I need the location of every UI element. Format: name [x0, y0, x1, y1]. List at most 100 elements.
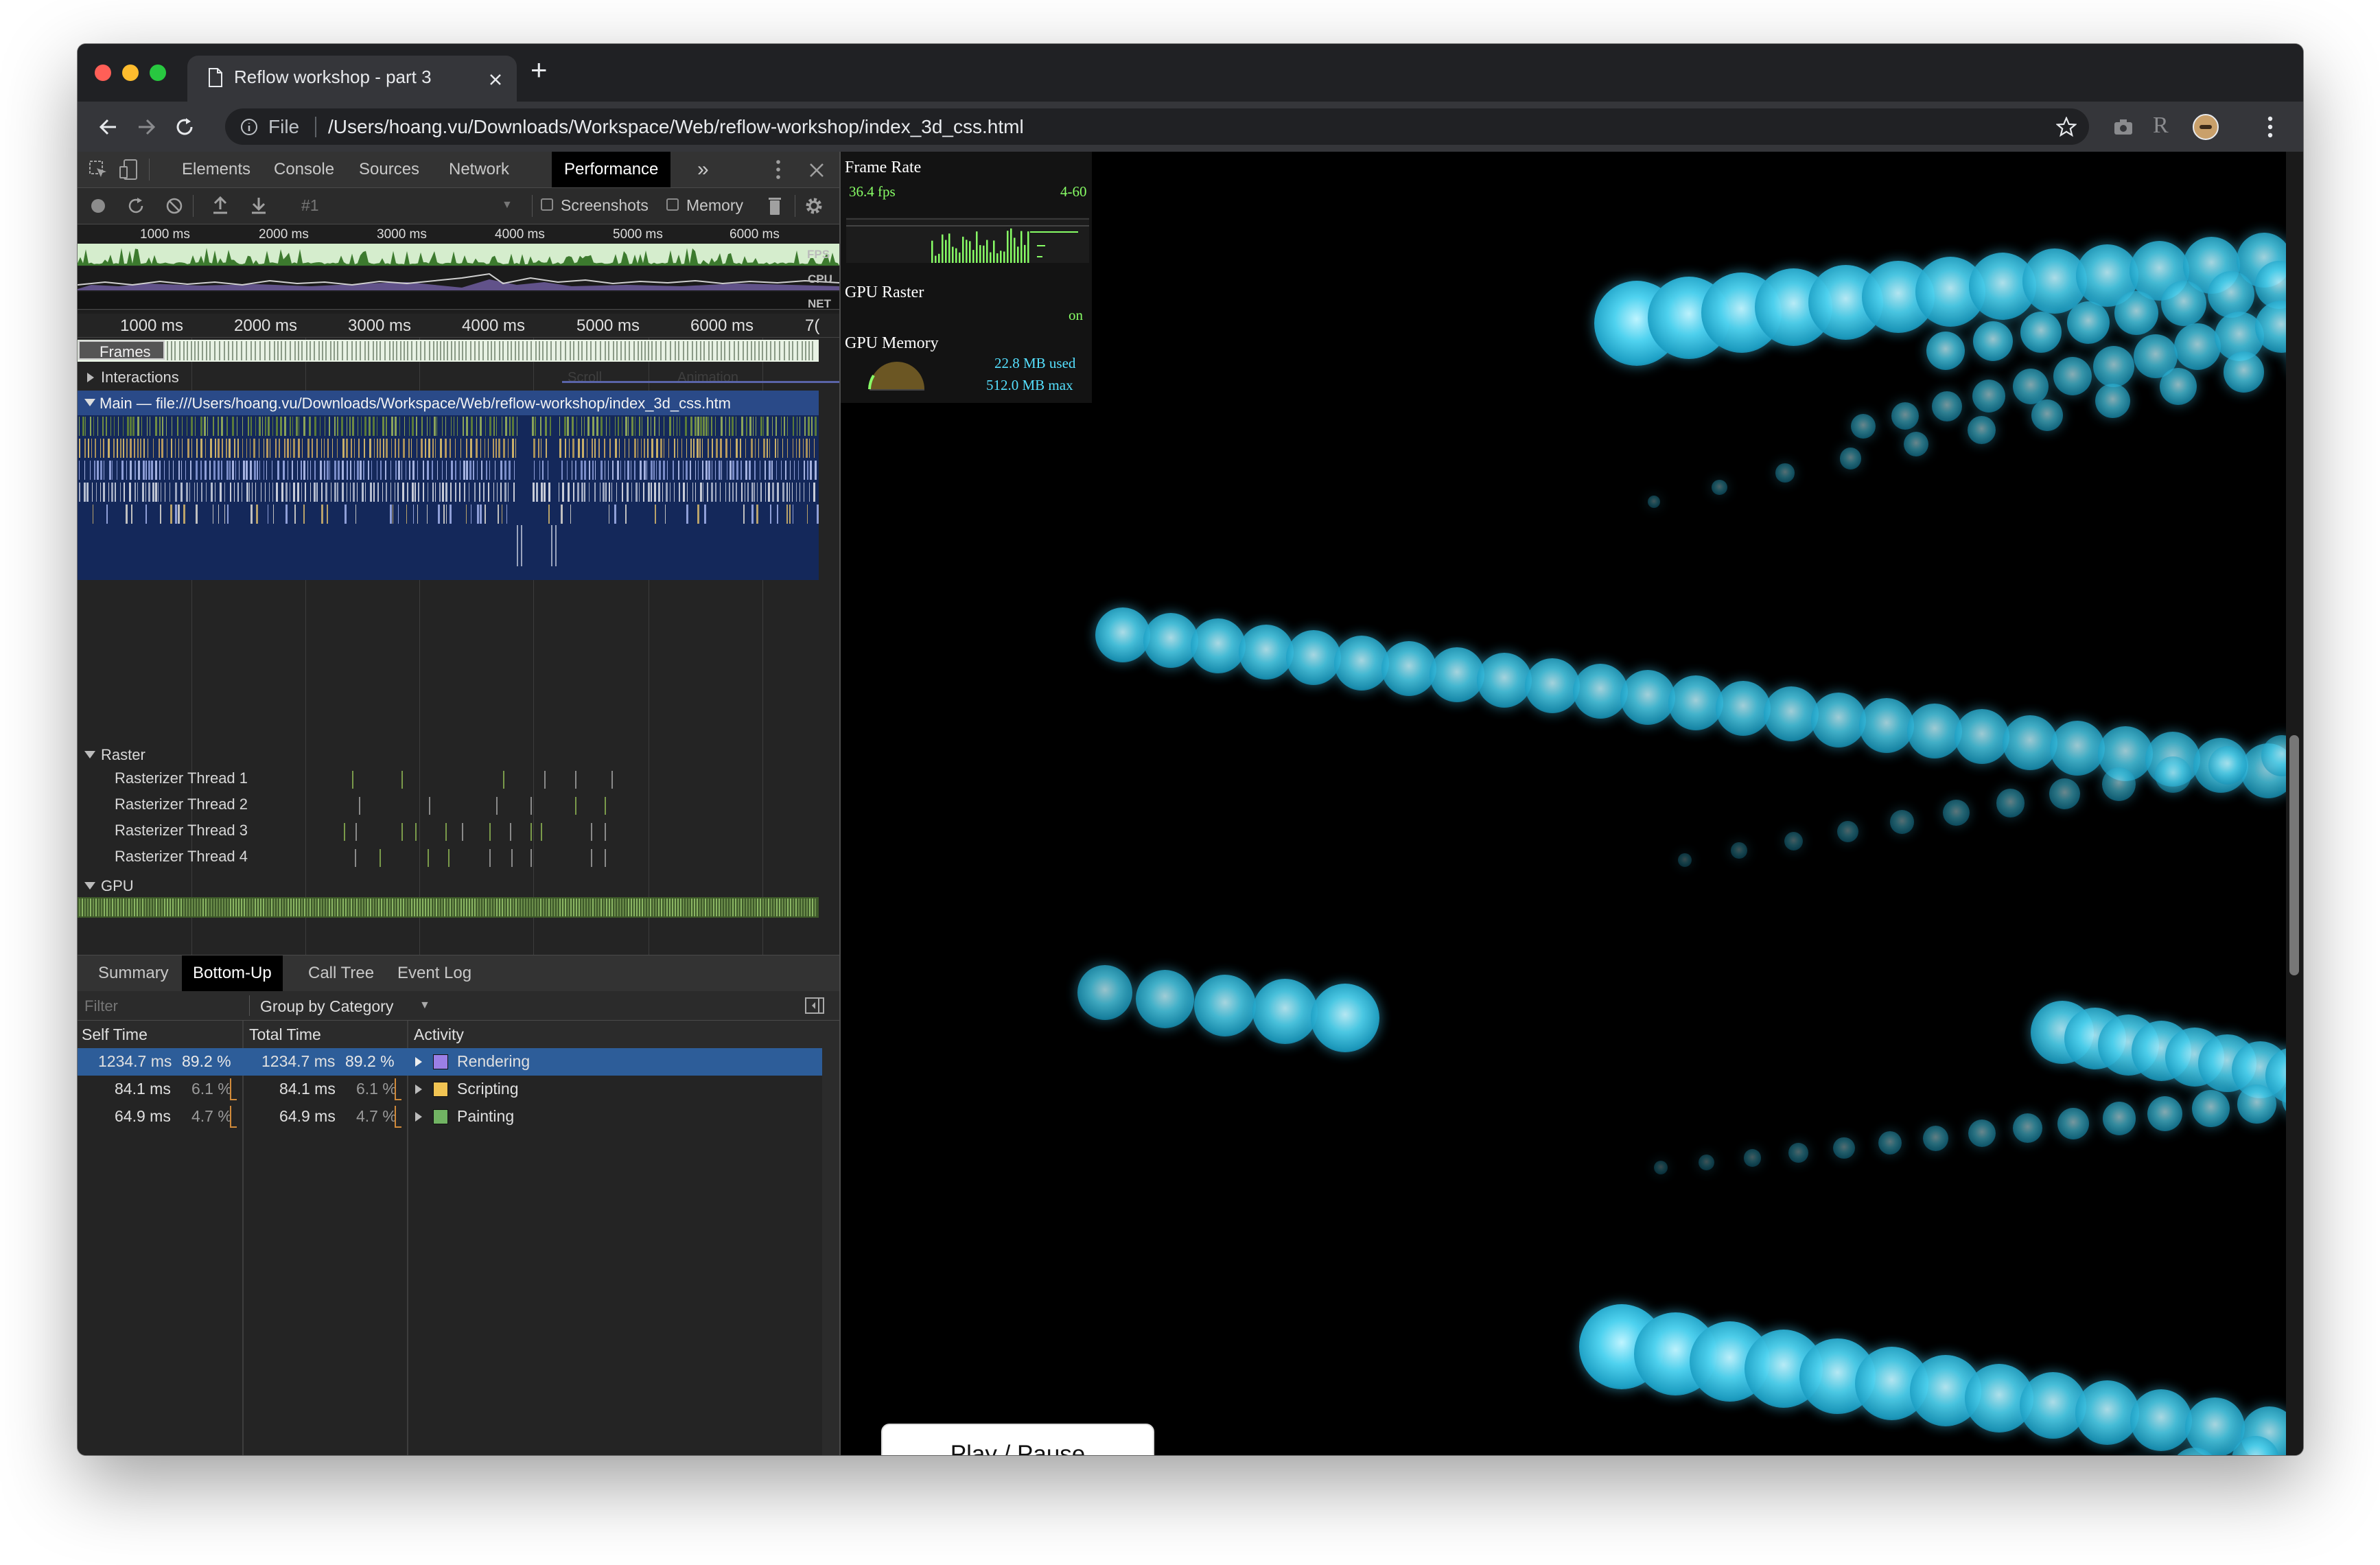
main-thread-flame[interactable] — [78, 415, 839, 580]
forward-icon[interactable] — [136, 117, 156, 137]
expand-row-icon[interactable] — [415, 1112, 422, 1122]
gpu-memory-used: 22.8 MB used — [994, 355, 1076, 371]
self-time: 64.9 ms — [115, 1107, 171, 1125]
play-pause-button[interactable]: Play / Pause — [881, 1424, 1154, 1455]
page-viewport[interactable]: Frame Rate 36.4 fps 4-60 GPU Raster on G… — [841, 152, 2286, 1455]
url-text[interactable]: /Users/hoang.vu/Downloads/Workspace/Web/… — [328, 116, 1024, 138]
tab-call-tree[interactable]: Call Tree — [297, 955, 385, 991]
close-devtools-icon[interactable] — [809, 163, 824, 178]
tab-summary[interactable]: Summary — [87, 955, 180, 991]
devtools-menu-icon[interactable] — [775, 159, 782, 180]
collapse-gpu-icon[interactable] — [84, 882, 95, 890]
interaction-bar — [562, 381, 839, 383]
timeline-overview[interactable]: 1000 ms 2000 ms 3000 ms 4000 ms 5000 ms … — [78, 224, 839, 314]
glowing-ball — [1833, 1137, 1855, 1159]
glowing-ball — [1811, 692, 1867, 747]
close-tab-icon[interactable] — [489, 73, 502, 86]
glowing-ball — [2147, 1096, 2183, 1132]
collapse-raster-icon[interactable] — [84, 751, 95, 758]
total-time: 1234.7 ms — [261, 1052, 336, 1070]
flame-chart[interactable]: 1000 ms 2000 ms 3000 ms 4000 ms 5000 ms … — [78, 314, 839, 955]
column-activity[interactable]: Activity — [414, 1025, 464, 1044]
url-scheme-label: File — [268, 116, 300, 137]
close-window-button[interactable] — [95, 65, 111, 81]
main-track-header[interactable]: Main — file:///Users/hoang.vu/Downloads/… — [78, 391, 819, 415]
back-icon[interactable] — [98, 117, 119, 137]
expand-row-icon[interactable] — [415, 1057, 422, 1067]
cpu-lane-label: CPU — [808, 273, 832, 286]
glowing-ball — [2020, 311, 2062, 353]
new-tab-button[interactable]: + — [530, 54, 548, 86]
table-row[interactable]: 64.9 ms 4.7 % 64.9 ms 4.7 % Painting — [78, 1103, 822, 1131]
profile-avatar[interactable] — [2193, 114, 2219, 140]
glowing-ball — [2174, 323, 2221, 370]
record-button[interactable] — [91, 199, 105, 213]
frames-track[interactable] — [78, 338, 839, 364]
maximize-window-button[interactable] — [150, 65, 166, 81]
chevron-down-icon[interactable]: ▼ — [502, 199, 513, 211]
chevron-down-icon[interactable]: ▼ — [419, 999, 430, 1012]
glowing-ball — [2067, 301, 2110, 344]
info-icon[interactable] — [240, 118, 258, 136]
table-scrollbar[interactable] — [822, 1048, 839, 1455]
tab-network[interactable]: Network — [436, 152, 522, 187]
group-by-select[interactable]: Group by Category — [260, 997, 393, 1016]
glowing-ball — [1890, 810, 1914, 834]
page-scrollbar[interactable] — [2286, 152, 2303, 1455]
more-tabs-button[interactable]: » — [685, 152, 721, 187]
r-extension-icon[interactable]: R — [2153, 113, 2169, 139]
minimize-window-button[interactable] — [122, 65, 139, 81]
overview-tick: 5000 ms — [613, 227, 663, 242]
column-self-time[interactable]: Self Time — [82, 1025, 148, 1044]
bottom-up-table-body: 1234.7 ms 89.2 % 1234.7 ms 89.2 % Render… — [78, 1048, 839, 1185]
inspect-element-icon[interactable] — [89, 160, 108, 179]
capture-settings-gear-icon[interactable] — [804, 196, 824, 216]
expand-interactions-icon[interactable] — [87, 373, 94, 382]
tab-performance[interactable]: Performance — [552, 152, 671, 187]
interactions-track-label[interactable]: Interactions — [101, 369, 179, 386]
recording-select[interactable]: #1 — [301, 196, 319, 215]
reload-profile-icon[interactable] — [127, 197, 145, 215]
gpu-track[interactable] — [78, 897, 839, 918]
save-profile-icon[interactable] — [250, 196, 267, 215]
screenshots-checkbox[interactable] — [541, 198, 553, 211]
tab-bottom-up[interactable]: Bottom-Up — [182, 955, 283, 991]
details-toolbar: Group by Category ▼ — [78, 991, 839, 1021]
kebab-menu-icon[interactable] — [2267, 115, 2274, 139]
tab-console[interactable]: Console — [261, 152, 347, 187]
main-track-label: Main — file:///Users/hoang.vu/Downloads/… — [100, 395, 731, 412]
bookmark-star-icon[interactable] — [2056, 117, 2077, 137]
overview-graph — [78, 244, 839, 311]
table-row[interactable]: 84.1 ms 6.1 % 84.1 ms 6.1 % Scripting — [78, 1076, 822, 1103]
column-total-time[interactable]: Total Time — [249, 1025, 321, 1044]
load-profile-icon[interactable] — [212, 196, 229, 215]
page-scrollbar-thumb[interactable] — [2289, 735, 2299, 975]
devtools-tab-bar: Elements Console Sources Network Perform… — [78, 152, 839, 188]
collect-garbage-icon[interactable] — [768, 196, 782, 216]
details-tab-bar: Summary Bottom-Up Call Tree Event Log — [78, 955, 839, 992]
devtools-panel: Elements Console Sources Network Perform… — [78, 152, 839, 1455]
glowing-ball — [1194, 974, 1256, 1036]
glowing-ball — [2160, 281, 2206, 327]
category-swatch — [433, 1109, 448, 1124]
address-bar[interactable]: File /Users/hoang.vu/Downloads/Workspace… — [225, 108, 2089, 145]
glowing-ball — [1788, 1143, 1808, 1163]
table-row[interactable]: 1234.7 ms 89.2 % 1234.7 ms 89.2 % Render… — [78, 1048, 822, 1076]
collapse-main-icon[interactable] — [84, 399, 95, 406]
camera-extension-icon[interactable] — [2113, 118, 2134, 136]
tab-elements[interactable]: Elements — [170, 152, 263, 187]
reload-icon[interactable] — [174, 116, 196, 138]
toggle-sidebar-icon[interactable] — [805, 997, 824, 1014]
device-toolbar-icon[interactable] — [119, 159, 139, 181]
tab-sources[interactable]: Sources — [347, 152, 432, 187]
glowing-ball — [1891, 402, 1919, 430]
glowing-ball — [1775, 463, 1795, 483]
tab-event-log[interactable]: Event Log — [386, 955, 482, 991]
browser-tab[interactable]: Reflow workshop - part 3 — [187, 56, 517, 102]
overview-tick: 1000 ms — [140, 227, 190, 242]
raster-tracks[interactable] — [78, 767, 839, 877]
memory-checkbox[interactable] — [666, 198, 679, 211]
filter-input[interactable] — [83, 995, 250, 1017]
clear-icon[interactable] — [165, 197, 183, 215]
expand-row-icon[interactable] — [415, 1085, 422, 1094]
